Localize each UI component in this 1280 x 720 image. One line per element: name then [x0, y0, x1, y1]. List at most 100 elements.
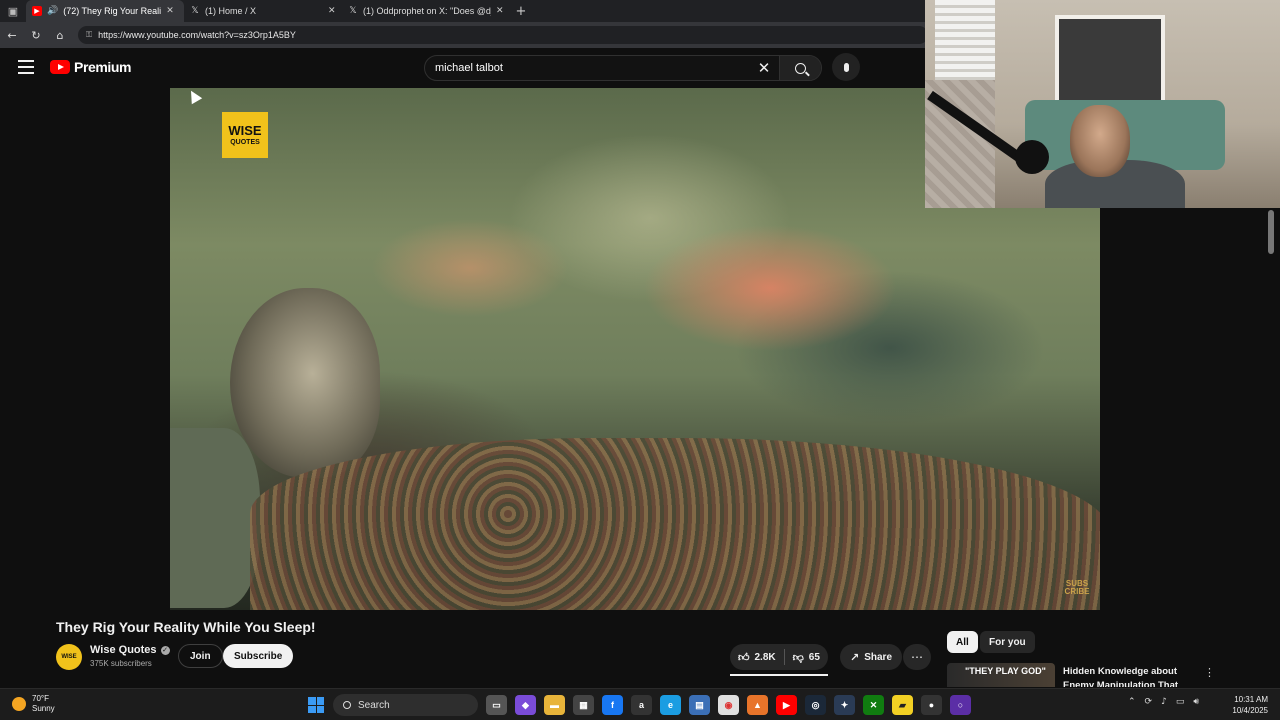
chevron-up-icon[interactable]: ⌃: [1128, 697, 1136, 707]
weather-widget[interactable]: 70°F Sunny: [12, 694, 55, 714]
video-title: They Rig Your Reality While You Sleep!: [56, 619, 316, 635]
video-frame-blanket: [250, 438, 1100, 610]
video-frame-pillow: [170, 428, 260, 608]
channel-name[interactable]: Wise Quotes ✓: [90, 644, 170, 656]
steam-icon[interactable]: ◎: [805, 695, 826, 715]
share-button[interactable]: ↗ Share: [840, 644, 903, 670]
clock[interactable]: 10:31 AM 10/4/2025: [1224, 694, 1268, 716]
menu-icon[interactable]: [18, 60, 34, 74]
microphone-icon[interactable]: ♪: [1161, 697, 1167, 707]
tab-title: (1) Home / X: [205, 6, 257, 16]
file-explorer-icon[interactable]: ▬: [544, 695, 565, 715]
close-tab-icon[interactable]: ✕: [328, 6, 336, 16]
logo-line: WISE: [228, 123, 262, 138]
search-icon: [343, 701, 351, 709]
youtube-logo[interactable]: Premium: [50, 59, 132, 75]
thumbnail-text: "THEY PLAY GOD": [965, 666, 1046, 676]
tab-x-oddprophet[interactable]: 𝕏 (1) Oddprophet on X: "Does @dj ✕: [342, 0, 510, 22]
url-text: https://www.youtube.com/watch?v=sz3Orp1A…: [98, 30, 296, 40]
logo-text: Premium: [74, 59, 132, 75]
clock-date: 10/4/2025: [1232, 706, 1268, 715]
app-icon-active[interactable]: ○: [950, 695, 971, 715]
search-icon: [795, 62, 806, 74]
microsoft-store-icon[interactable]: ▦: [573, 695, 594, 715]
tab-title: (1) Oddprophet on X: "Does @dj: [363, 6, 491, 16]
search-button[interactable]: [779, 56, 821, 80]
webcam-overlay: [925, 0, 1280, 208]
tab-title: (72) They Rig Your Reality W: [63, 6, 162, 16]
pinned-apps: ▭ ◆ ▬ ▦ f a e ▤ ◉ ▲ ▶ ◎ ✦ ✕ ▰ ● ○: [486, 695, 971, 715]
channel-name-text[interactable]: Wise Quotes: [90, 644, 157, 656]
search-box: ✕: [424, 55, 822, 81]
weather-desc: Sunny: [32, 704, 55, 713]
close-tab-icon[interactable]: ✕: [496, 6, 504, 16]
sync-icon[interactable]: ⟳: [1145, 697, 1153, 707]
chip-for-you[interactable]: For you: [980, 631, 1035, 653]
subscribe-watermark[interactable]: SUBS CRIBE: [1062, 580, 1092, 596]
like-ratio-bar: [730, 674, 828, 676]
more-actions-button[interactable]: ⋯: [903, 644, 931, 670]
x-favicon-icon: 𝕏: [191, 6, 199, 16]
display-icon[interactable]: ▭: [1176, 697, 1185, 707]
page-scrollbar[interactable]: [1268, 210, 1274, 254]
thumbs-up-icon: 👍︎: [738, 650, 750, 664]
webcam-window-shutters: [935, 0, 995, 80]
taskbar-search-label: Search: [358, 699, 390, 711]
chip-all[interactable]: All: [947, 631, 978, 653]
start-icon[interactable]: [308, 697, 324, 713]
x-favicon-icon: 𝕏: [349, 6, 357, 16]
voice-search-button[interactable]: [832, 53, 860, 81]
vlc-icon[interactable]: ▲: [747, 695, 768, 715]
close-tab-icon[interactable]: ✕: [166, 6, 174, 16]
subscribe-button[interactable]: Subscribe: [223, 644, 294, 668]
taskbar-search[interactable]: Search: [333, 694, 478, 716]
clear-search-icon[interactable]: ✕: [749, 59, 779, 77]
dislike-button[interactable]: 👎︎ 65: [785, 644, 828, 670]
sun-icon: [12, 697, 26, 711]
like-button[interactable]: 👍︎ 2.8K: [730, 644, 784, 670]
chrome-icon[interactable]: ◉: [718, 695, 739, 715]
verified-icon: ✓: [160, 645, 170, 655]
channel-avatar[interactable]: WISE: [56, 644, 82, 670]
microphone-icon: [843, 62, 849, 72]
site-info-icon[interactable]: ⚿: [86, 30, 92, 40]
copilot-icon[interactable]: ◆: [515, 695, 536, 715]
xbox-icon[interactable]: ✕: [863, 695, 884, 715]
system-tray: ⌃ ⟳ ♪ ▭ 🔊︎: [1128, 697, 1199, 707]
tab-menu-icon[interactable]: ▣: [0, 0, 26, 22]
webcam-person: [1070, 105, 1130, 177]
address-bar[interactable]: ⚿ https://www.youtube.com/watch?v=sz3Orp…: [78, 26, 928, 44]
app-icon[interactable]: ✦: [834, 695, 855, 715]
task-view-icon[interactable]: ▭: [486, 695, 507, 715]
sticky-notes-icon[interactable]: ▰: [892, 695, 913, 715]
facebook-icon[interactable]: f: [602, 695, 623, 715]
recommendation-menu-icon[interactable]: ⋮: [1204, 666, 1215, 679]
back-icon[interactable]: ←: [0, 22, 24, 48]
youtube-play-icon: [50, 60, 70, 74]
speaker-icon[interactable]: 🔊: [47, 6, 58, 16]
join-button[interactable]: Join: [178, 644, 223, 668]
thumbs-down-icon: 👎︎: [792, 650, 804, 664]
clock-time: 10:31 AM: [1234, 695, 1268, 704]
home-icon[interactable]: ⌂: [48, 22, 72, 48]
volume-icon[interactable]: 🔊︎: [1193, 697, 1199, 707]
video-frame-sleeping-woman: [230, 288, 380, 478]
reload-icon[interactable]: ↻: [24, 22, 48, 48]
like-count: 2.8K: [754, 651, 776, 663]
weather-temp: 70°F: [32, 694, 49, 703]
share-label: Share: [864, 651, 893, 663]
obs-icon[interactable]: ●: [921, 695, 942, 715]
search-input[interactable]: [425, 62, 749, 74]
amazon-icon[interactable]: a: [631, 695, 652, 715]
new-tab-icon[interactable]: +: [510, 4, 532, 19]
subscriber-count: 375K subscribers: [90, 659, 152, 668]
tab-x-home[interactable]: 𝕏 (1) Home / X ✕: [184, 0, 342, 22]
youtube-icon[interactable]: ▶: [776, 695, 797, 715]
logo-line: QUOTES: [230, 139, 260, 146]
recommendation-title[interactable]: Hidden Knowledge about Enemy Manipulatio…: [1063, 665, 1197, 687]
edge-icon[interactable]: e: [660, 695, 681, 715]
calculator-icon[interactable]: ▤: [689, 695, 710, 715]
tab-youtube[interactable]: ▶ 🔊 (72) They Rig Your Reality W ✕: [26, 0, 184, 22]
recommendation-thumbnail[interactable]: "THEY PLAY GOD": [947, 663, 1055, 687]
share-icon: ↗: [850, 650, 860, 664]
